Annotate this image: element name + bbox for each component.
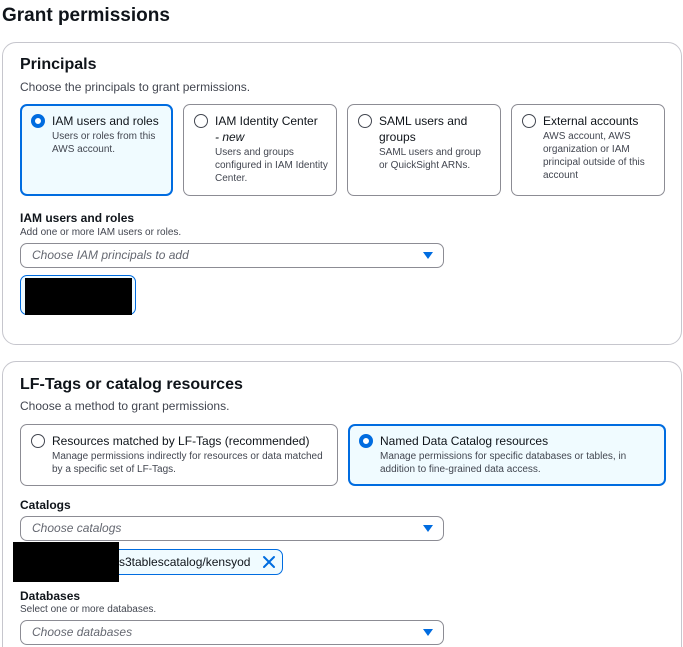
redacted-block	[25, 278, 132, 315]
catalog-token-label: s3tablescatalog/kensyod	[119, 555, 251, 569]
close-icon[interactable]	[262, 555, 276, 569]
option-external-accounts[interactable]: External accounts AWS account, AWS organ…	[511, 104, 665, 196]
principals-title: Principals	[20, 56, 97, 73]
option-description: Manage permissions indirectly for resour…	[52, 451, 323, 475]
caret-down-icon[interactable]	[423, 252, 433, 259]
option-lf-tags-resources[interactable]: Resources matched by LF-Tags (recommende…	[20, 424, 338, 486]
databases-label: Databases	[20, 589, 81, 603]
radio-selected-icon[interactable]	[31, 114, 45, 128]
principals-description: Choose the principals to grant permissio…	[20, 80, 251, 94]
option-title: Resources matched by LF-Tags (recommende…	[52, 434, 310, 448]
catalogs-label: Catalogs	[20, 498, 71, 512]
catalogs-select[interactable]: Choose catalogs	[20, 516, 444, 541]
selected-principal-token[interactable]	[20, 275, 136, 315]
lf-tags-description: Choose a method to grant permissions.	[20, 399, 230, 413]
radio-icon[interactable]	[358, 114, 372, 128]
iam-users-roles-label: IAM users and roles	[20, 211, 135, 225]
option-named-data-catalog[interactable]: Named Data Catalog resources Manage perm…	[348, 424, 666, 486]
option-description: Users or roles from this AWS account.	[52, 131, 156, 155]
redacted-block	[13, 542, 119, 582]
option-iam-identity-center[interactable]: IAM Identity Center - new Users and grou…	[183, 104, 337, 196]
select-placeholder: Choose databases	[32, 625, 133, 639]
radio-selected-icon[interactable]	[359, 434, 373, 448]
radio-icon[interactable]	[522, 114, 536, 128]
select-placeholder: Choose catalogs	[32, 521, 122, 535]
lf-tags-title: LF-Tags or catalog resources	[20, 376, 243, 393]
page-title: Grant permissions	[2, 5, 170, 26]
option-saml-users-groups[interactable]: SAML users and groups SAML users and gro…	[347, 104, 501, 196]
option-description: AWS account, AWS organization or IAM pri…	[543, 131, 645, 181]
databases-hint: Select one or more databases.	[20, 604, 157, 615]
radio-icon[interactable]	[194, 114, 208, 128]
caret-down-icon[interactable]	[423, 629, 433, 636]
select-placeholder: Choose IAM principals to add	[32, 248, 189, 262]
radio-icon[interactable]	[31, 434, 45, 448]
option-description: Manage permissions for specific database…	[380, 451, 627, 475]
iam-principals-select[interactable]: Choose IAM principals to add	[20, 243, 444, 268]
option-title: IAM Identity Center	[215, 114, 318, 128]
databases-select[interactable]: Choose databases	[20, 620, 444, 645]
option-title: External accounts	[543, 114, 639, 128]
option-title: SAML users and groups	[379, 114, 468, 144]
lf-tags-panel: LF-Tags or catalog resources Choose a me…	[2, 361, 682, 647]
caret-down-icon[interactable]	[423, 525, 433, 532]
new-badge: - new	[215, 130, 245, 144]
option-description: SAML users and group or QuickSight ARNs.	[379, 147, 481, 171]
option-iam-users-roles[interactable]: IAM users and roles Users or roles from …	[20, 104, 173, 196]
principals-panel: Principals Choose the principals to gran…	[2, 42, 682, 345]
option-title: IAM users and roles	[52, 114, 159, 128]
iam-users-roles-hint: Add one or more IAM users or roles.	[20, 227, 182, 238]
option-title: Named Data Catalog resources	[380, 434, 549, 448]
option-description: Users and groups configured in IAM Ident…	[215, 147, 328, 184]
